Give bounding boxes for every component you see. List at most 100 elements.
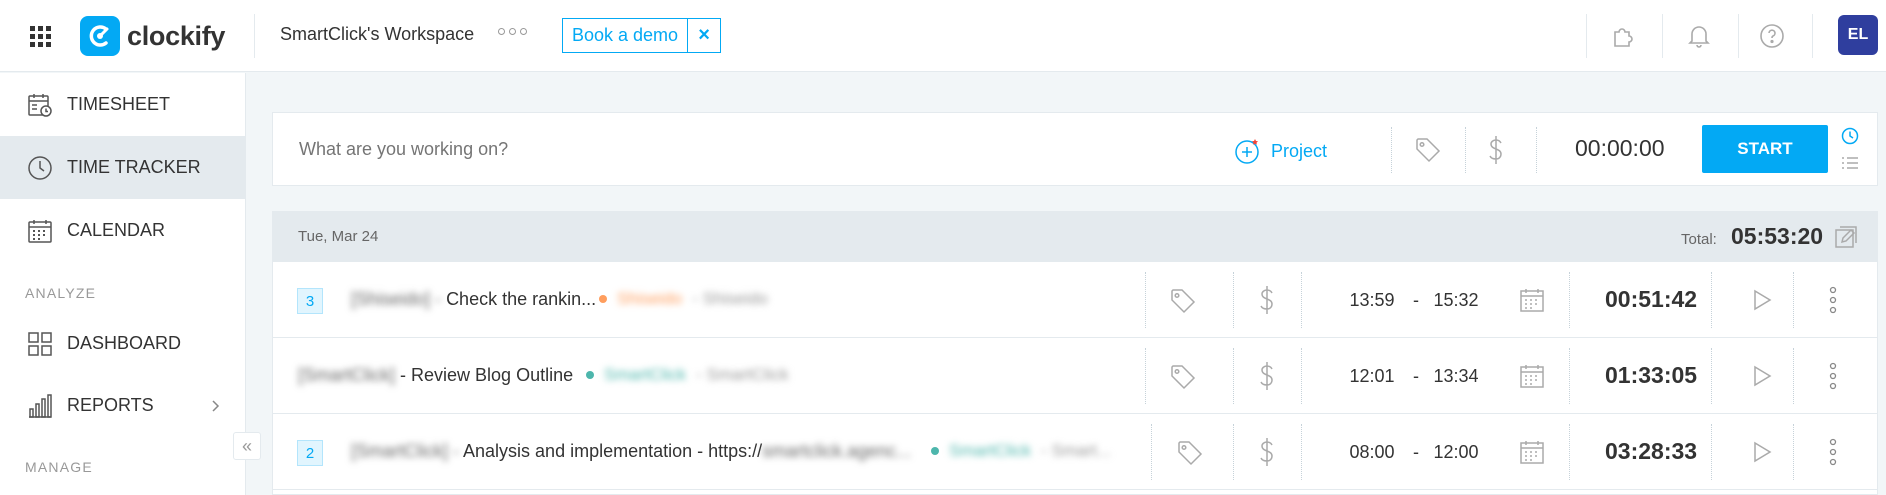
sidebar-item-time-tracker[interactable]: TIME TRACKER — [0, 136, 246, 199]
entry-client-prefix: [Shiseido] - — [351, 289, 442, 309]
divider — [1711, 272, 1712, 328]
entry-description[interactable]: [SmartClick] - Review Blog Outline — [298, 365, 573, 386]
clockify-logo-icon — [80, 16, 120, 56]
entry-end-time[interactable]: 13:34 — [1423, 366, 1489, 387]
divider — [1569, 272, 1570, 328]
entry-start-time[interactable]: 12:01 — [1339, 366, 1405, 387]
entry-duration[interactable]: 01:33:05 — [1605, 362, 1697, 389]
entry-start-time[interactable]: 08:00 — [1339, 442, 1405, 463]
play-icon[interactable] — [1751, 289, 1773, 311]
section-label-analyze: ANALYZE — [25, 285, 97, 301]
sidebar-item-label: DASHBOARD — [67, 333, 182, 353]
timer-mode-switch — [1841, 127, 1865, 176]
entry-project-name: Shiseido — [617, 289, 683, 308]
divider — [1301, 348, 1302, 404]
play-icon[interactable] — [1751, 365, 1773, 387]
logo-text: clockify — [127, 20, 226, 51]
bell-icon[interactable] — [1683, 20, 1715, 52]
workspace-name[interactable]: SmartClick's Workspace — [280, 24, 474, 45]
day-total: 05:53:20 — [1731, 223, 1824, 249]
help-icon[interactable] — [1756, 20, 1788, 52]
divider — [1793, 272, 1794, 328]
entry-client-name: - Shiseido — [692, 289, 768, 308]
entry-project[interactable]: Shiseido - Shiseido — [599, 289, 768, 309]
puzzle-icon[interactable] — [1607, 20, 1639, 52]
tag-icon[interactable] — [1176, 439, 1204, 467]
time-entry-row[interactable]: 2 [SmartClick] - Analysis and implementa… — [273, 414, 1877, 490]
entry-start-time[interactable]: 13:59 — [1339, 290, 1405, 311]
book-demo-banner: Book a demo × — [562, 18, 722, 53]
entry-client-name: - Smart... — [1041, 441, 1112, 460]
divider — [1145, 272, 1146, 328]
workspace-menu-icon[interactable] — [498, 28, 527, 35]
divider — [1793, 348, 1794, 404]
entry-description[interactable]: [SmartClick] - Analysis and implementati… — [351, 441, 911, 462]
billable-dollar-icon[interactable] — [1486, 135, 1506, 165]
sidebar-item-label: TIMESHEET — [67, 94, 171, 114]
divider — [1391, 127, 1392, 173]
tag-icon[interactable] — [1414, 136, 1442, 164]
divider — [1586, 14, 1587, 58]
calendar-icon[interactable] — [1519, 439, 1545, 465]
divider — [1233, 272, 1234, 328]
divider — [1569, 348, 1570, 404]
entry-duration[interactable]: 03:28:33 — [1605, 438, 1697, 465]
timer-mode-icon[interactable] — [1841, 127, 1859, 145]
entry-description[interactable]: [Shiseido] - Check the rankin... — [351, 289, 596, 310]
entry-project-name: SmartClick — [604, 365, 687, 384]
project-color-dot — [599, 295, 607, 303]
calendar-icon[interactable] — [1519, 363, 1545, 389]
entry-end-time[interactable]: 15:32 — [1423, 290, 1489, 311]
entry-project[interactable]: SmartClick - SmartClick — [586, 365, 789, 385]
time-entry-row[interactable]: [SmartClick] - Review Blog Outline Smart… — [273, 338, 1877, 414]
calendar-icon[interactable] — [1519, 287, 1545, 313]
divider — [1662, 14, 1663, 58]
entry-group-count[interactable]: 3 — [297, 288, 323, 314]
tag-icon[interactable] — [1169, 363, 1197, 391]
more-options-icon[interactable] — [1829, 286, 1837, 314]
sidebar-item-reports[interactable]: REPORTS — [0, 374, 246, 437]
dashboard-icon — [26, 330, 54, 358]
close-icon[interactable]: × — [688, 19, 720, 52]
more-options-icon[interactable] — [1829, 438, 1837, 466]
bulk-edit-icon[interactable] — [1833, 224, 1859, 250]
sidebar-item-calendar[interactable]: CALENDAR — [0, 199, 246, 262]
project-color-dot — [586, 371, 594, 379]
billable-dollar-icon[interactable] — [1257, 285, 1277, 315]
play-icon[interactable] — [1751, 441, 1773, 463]
day-date: Tue, Mar 24 — [298, 228, 379, 245]
reports-icon — [26, 392, 54, 420]
entry-end-time[interactable]: 12:00 — [1423, 442, 1489, 463]
time-entry-row[interactable]: 3 [Shiseido] - Check the rankin... Shise… — [273, 262, 1877, 338]
book-demo-button[interactable]: Book a demo — [563, 19, 689, 52]
billable-dollar-icon[interactable] — [1257, 437, 1277, 467]
billable-dollar-icon[interactable] — [1257, 361, 1277, 391]
day-header: Tue, Mar 24 Total: 05:53:20 — [273, 212, 1877, 262]
calendar-icon — [26, 217, 54, 245]
top-bar: clockify SmartClick's Workspace Book a d… — [0, 0, 1886, 72]
project-label: Project — [1271, 140, 1328, 161]
user-avatar[interactable]: EL — [1838, 15, 1878, 55]
entry-group-count[interactable]: 2 — [297, 440, 323, 466]
entry-project[interactable]: SmartClick - Smart... — [931, 441, 1111, 461]
sidebar-item-dashboard[interactable]: DASHBOARD — [0, 312, 246, 375]
apps-grid-icon[interactable] — [30, 26, 51, 47]
section-label-manage: MANAGE — [25, 459, 93, 475]
tag-icon[interactable] — [1169, 287, 1197, 315]
sidebar-item-label: CALENDAR — [67, 220, 166, 240]
description-input[interactable] — [299, 139, 999, 160]
divider — [1711, 348, 1712, 404]
day-total-label: Total: — [1681, 231, 1717, 248]
start-button[interactable]: START — [1702, 125, 1828, 173]
entry-client-name: - SmartClick — [696, 365, 789, 384]
divider — [1569, 424, 1570, 480]
clockify-logo[interactable]: clockify — [80, 16, 225, 56]
collapse-sidebar-button[interactable]: « — [233, 432, 261, 460]
manual-mode-list-icon[interactable] — [1841, 155, 1859, 171]
entry-description-text: Check the rankin... — [446, 289, 597, 309]
sidebar-item-timesheet[interactable]: TIMESHEET — [0, 73, 246, 136]
project-button[interactable]: Project — [1234, 137, 1327, 165]
more-options-icon[interactable] — [1829, 362, 1837, 390]
divider — [1301, 272, 1302, 328]
entry-duration[interactable]: 00:51:42 — [1605, 286, 1697, 313]
